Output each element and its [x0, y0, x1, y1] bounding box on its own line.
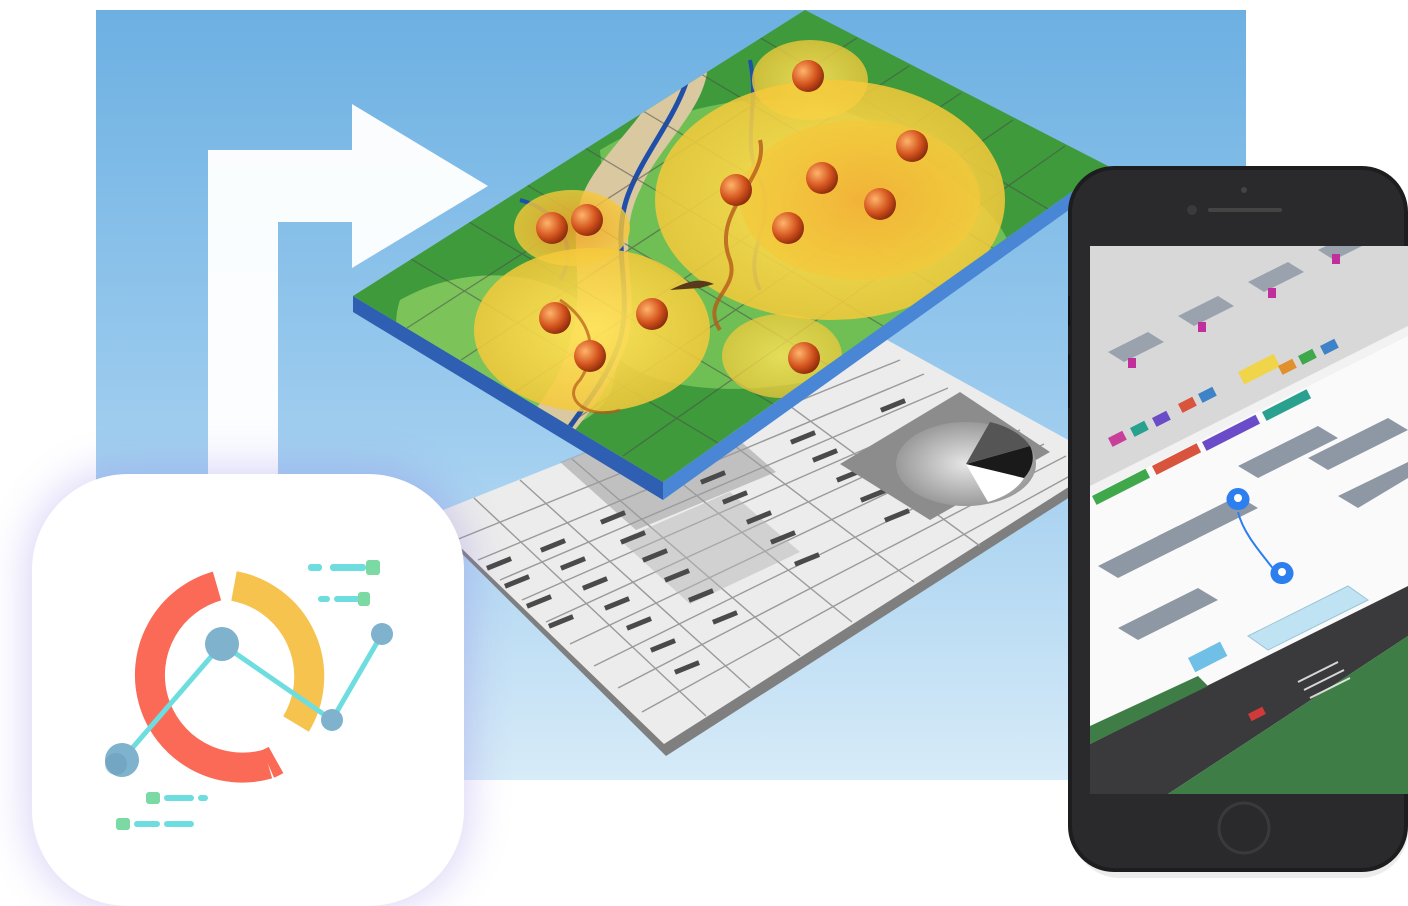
warehouse-indoor-map: [1090, 246, 1408, 794]
location-pin-icon: [1270, 562, 1294, 584]
location-pin-icon: [1226, 488, 1250, 510]
smartphone-mockup: [1068, 166, 1408, 878]
analytics-app-icon: [32, 474, 464, 906]
analytics-chart-icon: [105, 560, 393, 830]
hero-illustration: [0, 0, 1408, 906]
pie-chart-icon: [896, 422, 1036, 506]
